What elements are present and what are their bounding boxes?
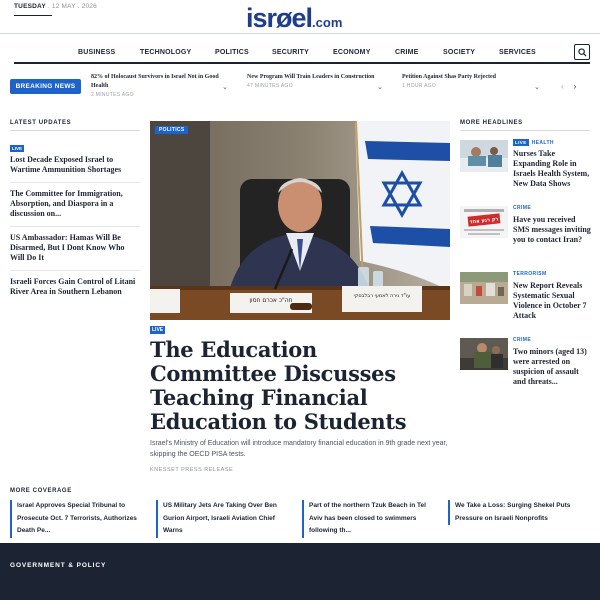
more-coverage-heading: MORE COVERAGE bbox=[10, 488, 72, 494]
current-date: TUESDAY . 12 MAY . 2026 bbox=[14, 3, 97, 10]
date-underline bbox=[14, 15, 52, 16]
nav-technology[interactable]: TECHNOLOGY bbox=[140, 49, 191, 56]
ticker-next-button[interactable]: › bbox=[574, 82, 577, 91]
list-item[interactable]: TERRORISM New Report Reveals Systematic … bbox=[460, 269, 590, 335]
list-item[interactable]: רק רגע אחד CRIME Have you received SMS m… bbox=[460, 203, 591, 269]
main-source: KNESSET PRESS RELEASE bbox=[150, 467, 234, 473]
update-title[interactable]: Israeli Forces Gain Control of Litani Ri… bbox=[10, 277, 140, 297]
site-logo[interactable]: isrøel.com bbox=[246, 3, 342, 34]
ticker-item-title: Petition Against Shas Party Rejected bbox=[402, 74, 496, 80]
section-title[interactable]: GOVERNMENT & POLICY bbox=[10, 562, 106, 569]
section-footer: GOVERNMENT & POLICY bbox=[0, 543, 600, 600]
main-nav: BUSINESS TECHNOLOGY POLITICS SECURITY EC… bbox=[14, 40, 590, 64]
ticker-item-title: 82% of Holocaust Survivors in Israel Not… bbox=[91, 74, 219, 89]
nav-services[interactable]: SERVICES bbox=[499, 49, 536, 56]
ticker-arrows: ‹ › bbox=[561, 82, 586, 91]
svg-text:חה"כ אכרם חסון: חה"כ אכרם חסון bbox=[249, 297, 292, 304]
ticker-item-title: New Program Will Train Leaders in Constr… bbox=[247, 74, 375, 80]
list-item[interactable]: LIVE HEALTH Nurses Take Expanding Role in… bbox=[460, 137, 590, 203]
thumbnail-image[interactable] bbox=[460, 140, 508, 172]
search-button[interactable] bbox=[574, 44, 590, 60]
nav-business[interactable]: BUSINESS bbox=[78, 49, 115, 56]
category-label[interactable]: HEALTH bbox=[532, 140, 554, 146]
breaking-news-label: BREAKING NEWS bbox=[10, 79, 81, 94]
coverage-item[interactable]: Part of the northern Tzuk Beach in Tel A… bbox=[302, 500, 440, 538]
top-bar: TUESDAY . 12 MAY . 2026 isrøel.com bbox=[0, 0, 600, 34]
main-summary: Israel's Ministry of Education will intr… bbox=[150, 440, 448, 458]
chevron-down-icon[interactable]: ⌄ bbox=[222, 83, 228, 91]
headline-category[interactable]: CRIME bbox=[513, 337, 531, 343]
chevron-down-icon[interactable]: ⌄ bbox=[534, 83, 540, 91]
ticker-item-time: 2 MINUTES AGO bbox=[91, 92, 134, 98]
headline-title[interactable]: New Report Reveals Systematic Sexual Vio… bbox=[513, 281, 591, 321]
ticker-item[interactable]: New Program Will Train Leaders in Constr… bbox=[247, 73, 377, 89]
breaking-news-ticker: BREAKING NEWS 82% of Holocaust Survivors… bbox=[10, 70, 590, 104]
chevron-down-icon[interactable]: ⌄ bbox=[377, 83, 383, 91]
main-headline[interactable]: The Education Committee Discusses Teachi… bbox=[150, 338, 450, 434]
thumbnail-image[interactable]: רק רגע אחד bbox=[460, 206, 508, 238]
list-item[interactable]: Israeli Forces Gain Control of Litani Ri… bbox=[10, 271, 140, 304]
latest-updates-heading: LATEST UPDATES bbox=[10, 120, 140, 131]
more-headlines: MORE HEADLINES LIVE HEALTH Nurses Take Ex… bbox=[460, 120, 591, 401]
list-item[interactable]: LIVE Lost Decade Exposed Israel to Warti… bbox=[10, 131, 140, 183]
headline-title[interactable]: Two minors (aged 13) were arrested on su… bbox=[513, 347, 591, 387]
ticker-prev-button[interactable]: ‹ bbox=[561, 82, 564, 91]
ticker-item-time: 47 MINUTES AGO bbox=[247, 83, 293, 89]
list-item[interactable]: The Committee for Immigration, Absorptio… bbox=[10, 183, 140, 227]
coverage-item[interactable]: Israel Approves Special Tribunal to Pros… bbox=[10, 500, 148, 538]
nav-economy[interactable]: ECONOMY bbox=[333, 49, 371, 56]
category-tag[interactable]: POLITICS bbox=[155, 126, 189, 134]
live-badge: LIVE bbox=[10, 145, 25, 152]
nav-security[interactable]: SECURITY bbox=[272, 49, 309, 56]
ticker-item[interactable]: 82% of Holocaust Survivors in Israel Not… bbox=[91, 73, 237, 98]
svg-text:עו"ד נירה לאמעי רבלבסקי: עו"ד נירה לאמעי רבלבסקי bbox=[354, 293, 411, 299]
hero-image[interactable]: חה"כ אכרם חסון עו"ד נירה לאמעי רבלבסקי P… bbox=[150, 121, 450, 320]
more-coverage: MORE COVERAGE Israel Approves Special Tr… bbox=[10, 488, 590, 538]
live-badge: LIVE bbox=[150, 326, 166, 334]
logo-main: isrøel bbox=[246, 3, 313, 33]
headline-category[interactable]: TERRORISM bbox=[513, 271, 547, 277]
list-item[interactable]: CRIME Two minors (aged 13) were arrested… bbox=[460, 335, 590, 401]
coverage-row: Israel Approves Special Tribunal to Pros… bbox=[10, 498, 590, 542]
current-date-rest: . 12 MAY . 2026 bbox=[45, 3, 97, 10]
coverage-item[interactable]: US Military Jets Are Taking Over Ben Gur… bbox=[156, 500, 294, 538]
headline-category[interactable]: CRIME bbox=[513, 205, 531, 211]
thumbnail-image[interactable] bbox=[460, 338, 508, 370]
current-day: TUESDAY bbox=[14, 3, 46, 10]
ticker-item-time: 1 HOUR AGO bbox=[402, 83, 437, 89]
ticker-item[interactable]: Petition Against Shas Party Rejected 1 H… bbox=[402, 73, 532, 89]
headline-category: LIVE HEALTH bbox=[513, 139, 554, 146]
list-item[interactable]: US Ambassador: Hamas Will Be Disarmed, B… bbox=[10, 227, 140, 271]
headline-title[interactable]: Nurses Take Expanding Role in Israels He… bbox=[513, 149, 591, 189]
update-title[interactable]: Lost Decade Exposed Israel to Wartime Am… bbox=[10, 155, 140, 175]
logo-tld: .com bbox=[312, 15, 343, 30]
nav-crime[interactable]: CRIME bbox=[395, 49, 419, 56]
nav-society[interactable]: SOCIETY bbox=[443, 49, 475, 56]
latest-updates: LATEST UPDATES LIVE Lost Decade Exposed … bbox=[10, 120, 140, 304]
live-badge: LIVE bbox=[513, 139, 529, 146]
committee-photo: חה"כ אכרם חסון עו"ד נירה לאמעי רבלבסקי bbox=[150, 121, 450, 320]
coverage-item[interactable]: We Take a Loss: Surging Shekel Puts Pres… bbox=[448, 500, 586, 525]
thumbnail-image[interactable] bbox=[460, 272, 508, 304]
update-title[interactable]: The Committee for Immigration, Absorptio… bbox=[10, 189, 140, 219]
search-icon bbox=[578, 48, 587, 57]
update-title[interactable]: US Ambassador: Hamas Will Be Disarmed, B… bbox=[10, 233, 140, 263]
more-headlines-heading: MORE HEADLINES bbox=[460, 120, 590, 131]
headline-title[interactable]: Have you received SMS messages inviting … bbox=[513, 215, 591, 245]
nav-politics[interactable]: POLITICS bbox=[215, 49, 249, 56]
